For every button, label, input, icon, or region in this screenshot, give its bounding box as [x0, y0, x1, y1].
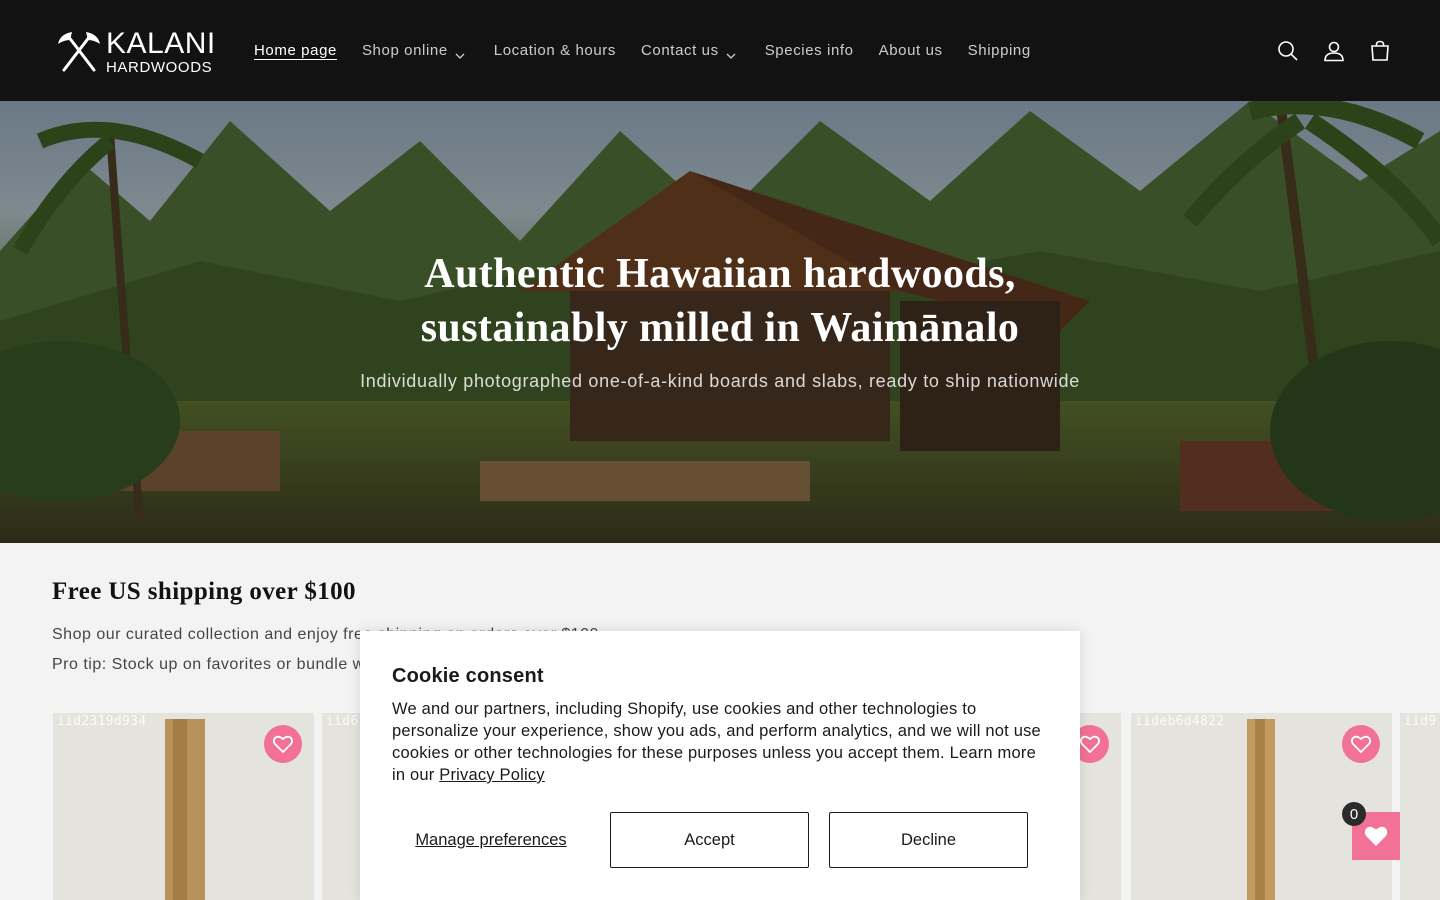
cookie-consent-dialog: Cookie consent We and our partners, incl…: [360, 631, 1080, 900]
nav-item-location-hours[interactable]: Location & hours: [482, 42, 628, 59]
brand-logo[interactable]: KALANI HARDWOODS: [56, 28, 216, 76]
accept-button[interactable]: Accept: [610, 812, 809, 868]
nav-item-contact-us[interactable]: Contact us: [629, 42, 752, 59]
chevron-down-icon: [726, 46, 740, 59]
cookie-title: Cookie consent: [392, 665, 544, 687]
nav-item-home[interactable]: Home page: [242, 42, 349, 59]
nav-item-shop-online[interactable]: Shop online: [350, 42, 481, 59]
manage-preferences-button[interactable]: Manage preferences: [392, 812, 590, 868]
wishlist-heart-button[interactable]: [264, 725, 302, 763]
product-id-label: iid9: [1404, 714, 1437, 729]
header-icons: [1276, 0, 1392, 101]
decline-button[interactable]: Decline: [829, 812, 1028, 868]
chevron-down-icon: [455, 46, 469, 59]
crossed-axes-icon: [58, 32, 100, 72]
product-image: [1400, 713, 1440, 900]
nav-item-shipping[interactable]: Shipping: [956, 42, 1043, 59]
cookie-body: We and our partners, including Shopify, …: [392, 698, 1052, 786]
heart-icon: [1080, 735, 1100, 753]
product-id-label: iid6: [326, 714, 359, 729]
brand-name: KALANI: [106, 27, 216, 60]
hero-banner: Authentic Hawaiian hardwoods, sustainabl…: [0, 101, 1440, 543]
wishlist-count-badge: 0: [1342, 802, 1366, 826]
search-icon[interactable]: [1276, 39, 1300, 63]
product-id-label: iideb6d4822: [1135, 714, 1225, 729]
heart-icon: [1351, 735, 1371, 753]
cart-icon[interactable]: [1368, 39, 1392, 63]
site-header: KALANI HARDWOODS Home page Shop online L…: [0, 0, 1440, 101]
main-nav: Home page Shop online Location & hours C…: [242, 0, 1044, 101]
privacy-policy-link[interactable]: Privacy Policy: [439, 766, 545, 784]
account-icon[interactable]: [1322, 39, 1346, 63]
product-id-label: iid2319d934: [57, 714, 147, 729]
hero-title: Authentic Hawaiian hardwoods, sustainabl…: [420, 251, 1020, 351]
wishlist-heart-button[interactable]: [1342, 725, 1380, 763]
shipping-title: Free US shipping over $100: [52, 578, 356, 605]
nav-item-about-us[interactable]: About us: [867, 42, 955, 59]
hero-subtitle: Individually photographed one-of-a-kind …: [360, 371, 1080, 391]
product-card[interactable]: iid2319d934: [53, 713, 314, 900]
heart-icon: [273, 735, 293, 753]
heart-icon: [1364, 826, 1388, 846]
nav-item-species-info[interactable]: Species info: [753, 42, 866, 59]
product-card[interactable]: iid9: [1400, 713, 1440, 900]
brand-tagline: HARDWOODS: [106, 59, 213, 76]
